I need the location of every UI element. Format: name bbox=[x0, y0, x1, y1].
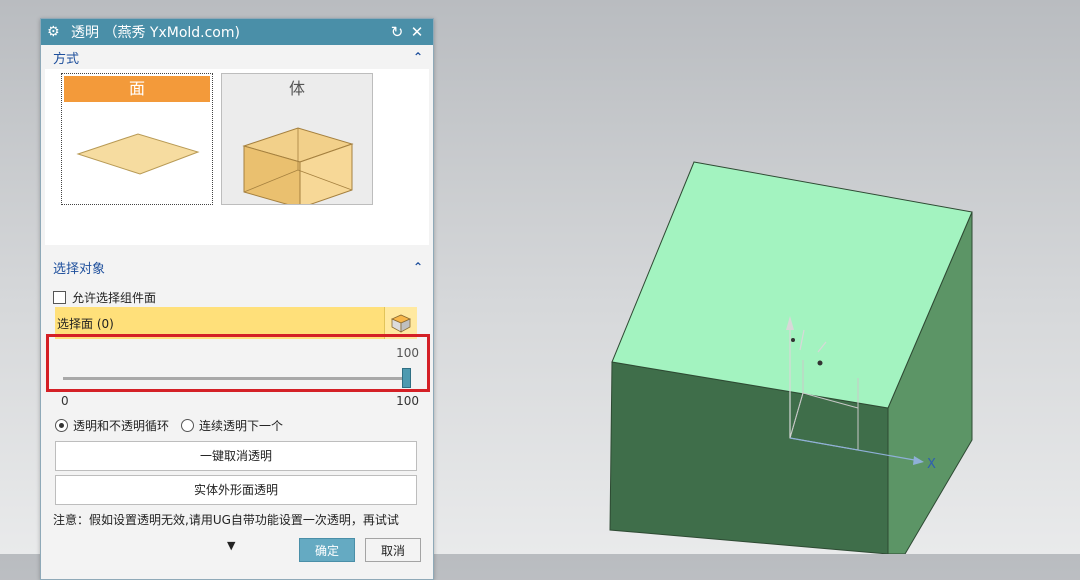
mode-body-button[interactable]: 体 bbox=[221, 73, 373, 205]
select-section-header[interactable]: 选择对象 ⌃ bbox=[41, 255, 433, 279]
radio-cycle[interactable] bbox=[55, 419, 68, 432]
face-icon bbox=[76, 133, 200, 175]
note-text: 注意：假如设置透明无效,请用UG自带功能设置一次透明，再试试 bbox=[53, 513, 399, 527]
solid-outer-faces-button[interactable]: 实体外形面透明 bbox=[55, 475, 417, 505]
select-face-row[interactable]: 选择面 (0) bbox=[55, 307, 417, 339]
ok-button[interactable]: 确定 bbox=[299, 538, 355, 562]
select-section-title: 选择对象 bbox=[53, 261, 106, 277]
axis-label-x: X bbox=[927, 457, 936, 472]
select-section: 选择对象 ⌃ 允许选择组件面 选择面 (0) 100 0 100 透明和不透明循… bbox=[41, 245, 433, 555]
radio-next[interactable] bbox=[181, 419, 195, 432]
mode-face-label: 面 bbox=[64, 76, 210, 102]
cancel-button[interactable]: 取消 bbox=[365, 538, 421, 562]
mode-section-title: 方式 bbox=[53, 51, 80, 67]
mode-face-button[interactable]: 面 bbox=[61, 73, 213, 205]
refresh-icon[interactable]: ↻ bbox=[387, 23, 407, 41]
mode-section-header[interactable]: 方式 ⌃ bbox=[41, 45, 433, 69]
transparency-slider-thumb[interactable] bbox=[402, 368, 411, 388]
mode-panel: 面 体 bbox=[45, 69, 429, 245]
body-icon bbox=[242, 127, 354, 204]
radio-next-label: 连续透明下一个 bbox=[199, 419, 284, 433]
dialog-title: 透明 （燕秀 YxMold.com) bbox=[71, 25, 240, 41]
close-icon[interactable]: ✕ bbox=[407, 23, 427, 41]
gear-icon[interactable]: ⚙ bbox=[47, 24, 65, 40]
radio-option-next[interactable]: 连续透明下一个 bbox=[181, 417, 283, 434]
dialog-titlebar: ⚙ 透明 （燕秀 YxMold.com) ↻ ✕ bbox=[41, 19, 433, 45]
expand-more-icon[interactable]: ▼ bbox=[227, 539, 235, 552]
chevron-up-icon[interactable]: ⌃ bbox=[413, 50, 423, 64]
slider-current-value: 100 bbox=[396, 346, 419, 360]
slider-min-label: 0 bbox=[61, 394, 69, 408]
select-face-icon[interactable] bbox=[384, 307, 417, 339]
allow-component-faces-option[interactable]: 允许选择组件面 bbox=[53, 289, 156, 306]
transparency-slider-track[interactable] bbox=[63, 377, 405, 380]
transparency-dialog: ⚙ 透明 （燕秀 YxMold.com) ↻ ✕ 方式 ⌃ 面 体 选择对象 ⌃… bbox=[40, 18, 434, 580]
clear-transparency-button[interactable]: 一键取消透明 bbox=[55, 441, 417, 471]
allow-component-faces-checkbox[interactable] bbox=[53, 291, 66, 304]
slider-max-label: 100 bbox=[396, 394, 419, 408]
select-face-label: 选择面 (0) bbox=[57, 316, 114, 331]
chevron-up-icon[interactable]: ⌃ bbox=[413, 260, 423, 274]
cycle-mode-options: 透明和不透明循环 连续透明下一个 bbox=[55, 417, 295, 434]
mode-body-label: 体 bbox=[288, 79, 305, 98]
radio-cycle-label: 透明和不透明循环 bbox=[73, 419, 170, 433]
allow-component-faces-label: 允许选择组件面 bbox=[72, 291, 157, 305]
radio-option-cycle[interactable]: 透明和不透明循环 bbox=[55, 417, 169, 434]
